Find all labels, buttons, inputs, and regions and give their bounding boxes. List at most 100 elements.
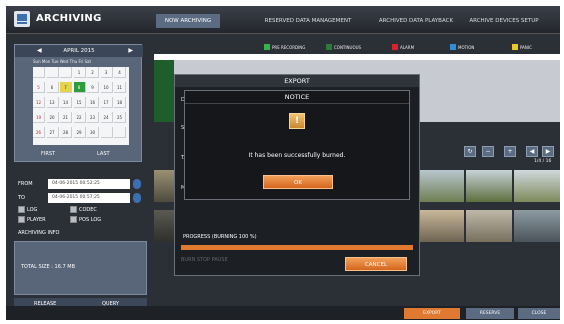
calendar-day[interactable]: 11 <box>114 82 126 93</box>
thumbnail[interactable] <box>514 170 560 202</box>
close-button[interactable]: CLOSE <box>518 308 560 319</box>
calendar-day[interactable]: 17 <box>100 97 113 108</box>
notice-message: It has been successfully burned. <box>248 152 346 159</box>
calendar-day[interactable]: 23 <box>87 112 99 123</box>
thumbnail[interactable] <box>418 170 464 202</box>
calendar-day[interactable]: 1 <box>73 67 86 78</box>
calendar-day[interactable]: 26 <box>33 127 45 138</box>
from-calendar-icon[interactable] <box>133 179 141 189</box>
thumbnail[interactable] <box>466 170 512 202</box>
tab-archived-data-playback[interactable]: ARCHIVED DATA PLAYBACK <box>370 14 462 28</box>
zoom-out-icon[interactable]: − <box>482 146 494 157</box>
calendar-day[interactable]: 19 <box>33 112 45 123</box>
prev-icon[interactable]: ◀ <box>526 146 538 157</box>
calendar-day[interactable]: 18 <box>114 97 126 108</box>
progress-bar <box>181 245 413 250</box>
prev-month-icon[interactable]: ◀ <box>37 45 42 57</box>
export-dialog-title: EXPORT <box>175 75 419 87</box>
calendar-day[interactable]: 6 <box>46 82 59 93</box>
export-button[interactable]: EXPORT <box>404 308 460 319</box>
log-checkbox[interactable] <box>18 206 25 213</box>
notice-title: NOTICE <box>185 91 409 104</box>
thumbnail[interactable] <box>418 210 464 242</box>
calendar: ◀ APRIL 2015 ▶ Sun Mon Tue Wed Thu Fri S… <box>14 44 143 162</box>
calendar-day <box>33 67 45 78</box>
calendar-day[interactable]: 8 <box>73 82 86 93</box>
codec-label: CODEC <box>79 207 97 213</box>
calendar-day[interactable]: 20 <box>46 112 59 123</box>
legend-swatch <box>264 44 270 50</box>
last-button[interactable]: LAST <box>97 151 110 157</box>
calendar-day[interactable]: 22 <box>73 112 86 123</box>
calendar-day[interactable]: 10 <box>100 82 113 93</box>
progress-fill <box>181 245 413 250</box>
warning-icon: ! <box>289 113 305 129</box>
calendar-day[interactable]: 7 <box>60 82 72 93</box>
archiving-window: ARCHIVING NOW ARCHIVING RESERVED DATA MA… <box>6 6 560 320</box>
next-icon[interactable]: ▶ <box>542 146 554 157</box>
page-indicator: 1/4 / 16 <box>534 159 552 164</box>
calendar-day[interactable]: 29 <box>73 127 86 138</box>
from-field[interactable]: 04-06-2015 00:52:25 <box>48 179 130 189</box>
calendar-day[interactable]: 2 <box>87 67 99 78</box>
calendar-month: APRIL 2015 <box>63 48 95 54</box>
calendar-day[interactable]: 12 <box>33 97 45 108</box>
calendar-day[interactable]: 30 <box>87 127 99 138</box>
archive-icon <box>14 11 30 27</box>
to-label: TO <box>18 195 25 201</box>
legend-item: MOTION <box>450 44 474 50</box>
legend-item: PRE RECORDING <box>264 44 305 50</box>
calendar-day[interactable]: 27 <box>46 127 59 138</box>
calendar-day[interactable]: 14 <box>60 97 72 108</box>
calendar-day[interactable]: 9 <box>87 82 99 93</box>
tab-archive-devices-setup[interactable]: ARCHIVE DEVICES SETUP <box>456 14 552 28</box>
legend-swatch <box>326 44 332 50</box>
legend-label: PANIC <box>520 45 532 50</box>
bottom-bar: EXPORT RESERVE CLOSE <box>6 306 560 320</box>
refresh-icon[interactable]: ↻ <box>464 146 476 157</box>
calendar-day[interactable]: 13 <box>46 97 59 108</box>
to-field[interactable]: 04-06-2015 00:57:25 <box>48 193 130 203</box>
log-label: LOG <box>27 207 38 213</box>
calendar-day[interactable]: 5 <box>33 82 45 93</box>
calendar-day[interactable]: 28 <box>60 127 72 138</box>
thumbnail[interactable] <box>514 210 560 242</box>
tab-reserved-data-management[interactable]: RESERVED DATA MANAGEMENT <box>254 14 362 28</box>
calendar-day[interactable]: 21 <box>60 112 72 123</box>
ok-button[interactable]: OK <box>263 175 333 189</box>
legend-swatch <box>512 44 518 50</box>
pos-log-label: POS LOG <box>79 217 102 223</box>
legend-swatch <box>392 44 398 50</box>
archiving-info-title: ARCHIVING INFO <box>18 230 60 236</box>
calendar-day <box>100 127 113 138</box>
archiving-info-box: TOTAL SIZE : 16.7 MB <box>14 241 147 295</box>
calendar-day[interactable]: 4 <box>114 67 126 78</box>
calendar-header: ◀ APRIL 2015 ▶ <box>15 45 143 57</box>
zoom-in-icon[interactable]: + <box>504 146 516 157</box>
thumbnail[interactable] <box>466 210 512 242</box>
calendar-day[interactable]: 15 <box>73 97 86 108</box>
legend-label: CONTINUOUS <box>334 45 362 50</box>
pos-log-checkbox[interactable] <box>70 216 77 223</box>
tab-now-archiving[interactable]: NOW ARCHIVING <box>156 14 220 28</box>
app-title: ARCHIVING <box>36 13 102 24</box>
calendar-day <box>46 67 59 78</box>
next-month-icon[interactable]: ▶ <box>128 45 133 57</box>
from-label: FROM <box>18 181 33 187</box>
calendar-day[interactable]: 24 <box>100 112 113 123</box>
disabled-buttons: BURN STOP PAUSE <box>181 257 228 263</box>
calendar-day <box>60 67 72 78</box>
legend-label: ALARM <box>400 45 415 50</box>
to-calendar-icon[interactable] <box>133 193 141 203</box>
player-checkbox[interactable] <box>18 216 25 223</box>
cancel-button[interactable]: CANCEL <box>345 257 407 271</box>
calendar-weekdays: Sun Mon Tue Wed Thu Fri Sat <box>33 59 92 64</box>
zoom-controls: ↻ − + ◀ ▶ <box>464 146 560 158</box>
calendar-day[interactable]: 3 <box>100 67 113 78</box>
codec-checkbox[interactable] <box>70 206 77 213</box>
calendar-day[interactable]: 16 <box>87 97 99 108</box>
legend-swatch <box>450 44 456 50</box>
first-button[interactable]: FIRST <box>41 151 55 157</box>
calendar-day[interactable]: 25 <box>114 112 126 123</box>
reserve-button[interactable]: RESERVE <box>466 308 514 319</box>
